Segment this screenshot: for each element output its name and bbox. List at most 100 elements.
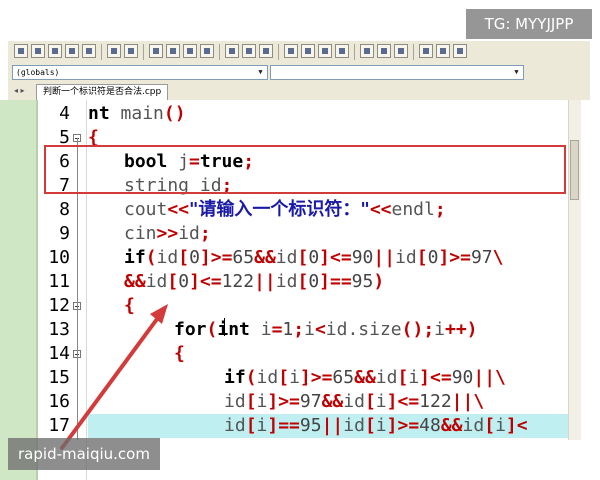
code-token: [ (278, 367, 290, 388)
code-token: [ (245, 415, 257, 436)
code-token: ]<= (419, 367, 452, 388)
code-token: id (145, 271, 168, 292)
combo-row: (globals) ▼ ▼ (8, 63, 590, 82)
debug-icon[interactable] (453, 44, 467, 58)
grid-4-icon[interactable] (335, 44, 349, 58)
code-text: nt main() (88, 102, 186, 126)
undo-icon[interactable] (107, 44, 121, 58)
line-number: 16 (48, 391, 70, 412)
code-text: { (124, 294, 135, 318)
compile-check-icon[interactable] (360, 44, 374, 58)
chevron-down-icon[interactable]: ▼ (511, 67, 522, 78)
code-token: i (256, 391, 268, 412)
code-token: ||\ (451, 391, 485, 412)
bookmark-prev-icon[interactable] (225, 44, 239, 58)
code-token: i (495, 415, 506, 436)
goto-icon[interactable] (200, 44, 214, 58)
code-token: || (254, 271, 276, 292)
code-line[interactable]: 17 id[i]==95||id[i]>=48&&id[i]< (38, 414, 568, 438)
code-token: nt (88, 103, 121, 124)
code-token: i (375, 415, 387, 436)
code-token: 122 (419, 391, 452, 412)
tab-scroll-arrows-icon[interactable]: ◂ ▸ (14, 86, 25, 95)
code-token: && (440, 415, 463, 436)
code-line[interactable]: 14 { (38, 342, 568, 366)
code-token: [ (297, 247, 309, 268)
tab-file[interactable]: 判断一个标识符是否合法.cpp (36, 84, 169, 101)
code-token: 65 (332, 367, 355, 388)
code-token: 90 (351, 247, 374, 268)
code-token: 95 (299, 415, 322, 436)
redo-icon[interactable] (124, 44, 138, 58)
vertical-scrollbar[interactable] (568, 100, 581, 440)
toggle-bookmark-icon[interactable] (259, 44, 273, 58)
code-token: ]>= (199, 247, 233, 268)
code-line[interactable]: 9 cin>>id; (38, 222, 568, 246)
code-token: ]>= (438, 247, 471, 268)
close-red-x-icon[interactable] (394, 44, 408, 58)
toolbar-separator (219, 44, 220, 60)
print-icon[interactable] (82, 44, 96, 58)
highlight-annotation-box (44, 145, 566, 194)
code-token: [ (167, 271, 179, 292)
code-token: [ (297, 271, 309, 292)
scrollbar-thumb[interactable] (570, 140, 579, 200)
code-line[interactable]: 16 id[i]>=97&&id[i]<=122||\ (38, 390, 568, 414)
toolbar-separator (354, 44, 355, 60)
code-text: id[i]>=97&&id[i]<=122||\ (224, 390, 484, 414)
code-line[interactable]: 8 cout<<"请输入一个标识符："<<endl; (38, 198, 568, 222)
code-text: cin>>id; (124, 222, 211, 246)
code-line[interactable]: 10 if(id[0]>=65&&id[0]<=90||id[0]>=97\ (38, 246, 568, 270)
code-text: id[i]==95||id[i]>=48&&id[i]< (224, 414, 528, 438)
scope-dropdown[interactable]: (globals) ▼ (12, 65, 268, 80)
save-all-icon[interactable] (65, 44, 79, 58)
code-token: i (289, 367, 300, 388)
member-dropdown[interactable]: ▼ (270, 65, 524, 80)
code-token: id (275, 271, 298, 292)
code-token: && (354, 367, 376, 388)
code-token: id (343, 415, 365, 436)
code-line[interactable]: 4 nt main() (38, 102, 568, 126)
find-next-icon[interactable] (166, 44, 180, 58)
code-line[interactable]: 11 &&id[0]<=122||id[0]==95) (38, 270, 568, 294)
build-icon[interactable] (419, 44, 433, 58)
code-token: id (224, 391, 246, 412)
new-file-icon[interactable] (14, 44, 28, 58)
open-file-icon[interactable] (31, 44, 45, 58)
code-token: id (156, 247, 179, 268)
toolbar-separator (278, 44, 279, 60)
code-token: () (163, 103, 186, 124)
code-token: if (124, 247, 146, 268)
code-token: << (167, 199, 190, 220)
code-token: if (224, 367, 246, 388)
code-token: cout (124, 199, 168, 220)
bookmark-next-icon[interactable] (242, 44, 256, 58)
grid-1-icon[interactable] (284, 44, 298, 58)
code-token: 95 (351, 271, 374, 292)
code-token: 1 (282, 319, 294, 340)
chevron-down-icon[interactable]: ▼ (255, 67, 266, 78)
find-icon[interactable] (149, 44, 163, 58)
code-token: ]<= (386, 391, 420, 412)
code-token: [ (364, 415, 376, 436)
replace-icon[interactable] (183, 44, 197, 58)
code-line[interactable]: 15 if(id[i]>=65&&id[i]<=90||\ (38, 366, 568, 390)
code-line[interactable]: 13 for(int i=1;i<id.size();i++) (38, 318, 568, 342)
run-icon[interactable] (436, 44, 450, 58)
grid-2-icon[interactable] (301, 44, 315, 58)
save-icon[interactable] (48, 44, 62, 58)
code-token: 0 (427, 247, 439, 268)
fold-guide-line (77, 402, 78, 440)
code-line[interactable]: 12 { (38, 294, 568, 318)
code-token: ; (199, 223, 211, 244)
code-token: ]>= (386, 415, 420, 436)
line-number: 4 (59, 103, 70, 124)
grid-3-icon[interactable] (318, 44, 332, 58)
line-number: 12 (48, 295, 70, 316)
chart-icon[interactable] (377, 44, 391, 58)
code-text: &&id[0]<=122||id[0]==95) (124, 270, 384, 294)
code-text: if(id[0]>=65&&id[0]<=90||id[0]>=97\ (124, 246, 503, 270)
code-token: id (395, 247, 417, 268)
code-token: id (275, 247, 298, 268)
left-side-panel (0, 100, 36, 480)
